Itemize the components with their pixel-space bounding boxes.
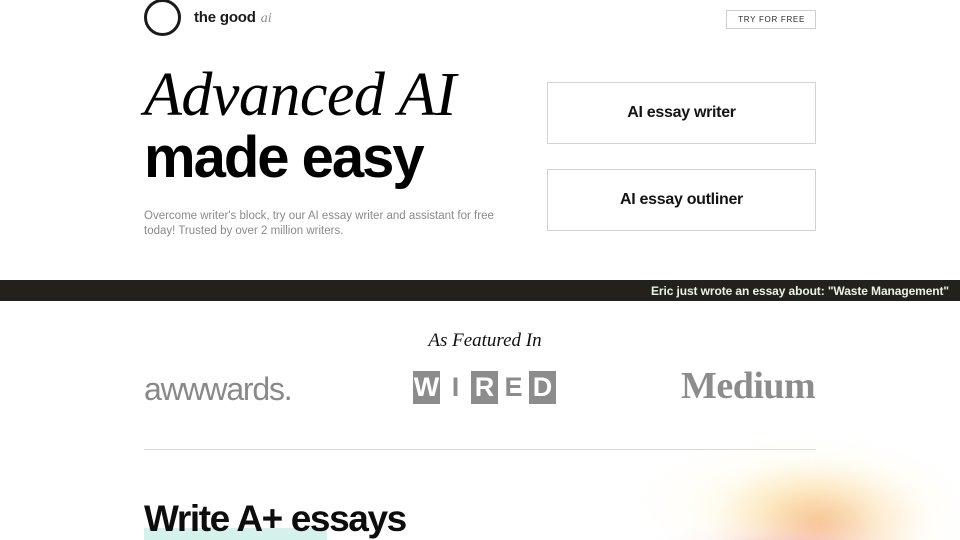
bottom-section: Write A+ essays: [0, 455, 960, 540]
hero-cta-group: AI essay writer AI essay outliner: [547, 82, 816, 231]
hero-section: Advanced AI made easy Overcome writer's …: [0, 62, 960, 242]
hero-copy: Advanced AI made easy Overcome writer's …: [144, 62, 514, 239]
landing-page: the good ai TRY FOR FREE Advanced AI mad…: [0, 0, 960, 540]
medium-logo: Medium: [681, 365, 816, 407]
ticker-message: Eric just wrote an essay about: "Waste M…: [650, 283, 949, 298]
site-logo[interactable]: the good ai: [144, 0, 272, 37]
activity-ticker-bar: Eric just wrote an essay about: "Waste M…: [0, 280, 960, 301]
awwwards-logo: awwwards.: [144, 371, 293, 407]
try-for-free-button[interactable]: TRY FOR FREE: [726, 10, 816, 29]
section-divider: [144, 449, 816, 450]
wired-letter-w: W: [413, 371, 440, 404]
wired-logo: W I R E D: [413, 371, 556, 404]
featured-in-title: As Featured In: [428, 330, 542, 351]
wired-letter-d: D: [529, 371, 556, 404]
wired-letter-e: E: [504, 372, 523, 402]
featured-in-section: As Featured In awwwards. W I R E D Mediu…: [0, 330, 960, 419]
logo-suffix: ai: [260, 11, 272, 26]
ai-essay-writer-card[interactable]: AI essay writer: [547, 82, 816, 144]
logo-word: the good: [194, 9, 256, 26]
site-header: the good ai TRY FOR FREE: [0, 0, 960, 40]
ai-essay-outliner-card[interactable]: AI essay outliner: [547, 169, 816, 231]
wired-letter-i: I: [451, 372, 460, 402]
wired-letter-r: R: [471, 371, 498, 404]
circle-logo-icon: [144, 0, 181, 36]
hero-headline-line1: Advanced AI: [144, 61, 456, 129]
hero-subtitle: Overcome writer's block, try our AI essa…: [144, 210, 494, 237]
brand-logo-row: awwwards. W I R E D Medium: [0, 365, 960, 419]
bottom-heading: Write A+ essays: [144, 498, 407, 539]
hero-headline-line2: made easy: [144, 125, 425, 190]
logo-text: the good ai: [194, 9, 272, 27]
